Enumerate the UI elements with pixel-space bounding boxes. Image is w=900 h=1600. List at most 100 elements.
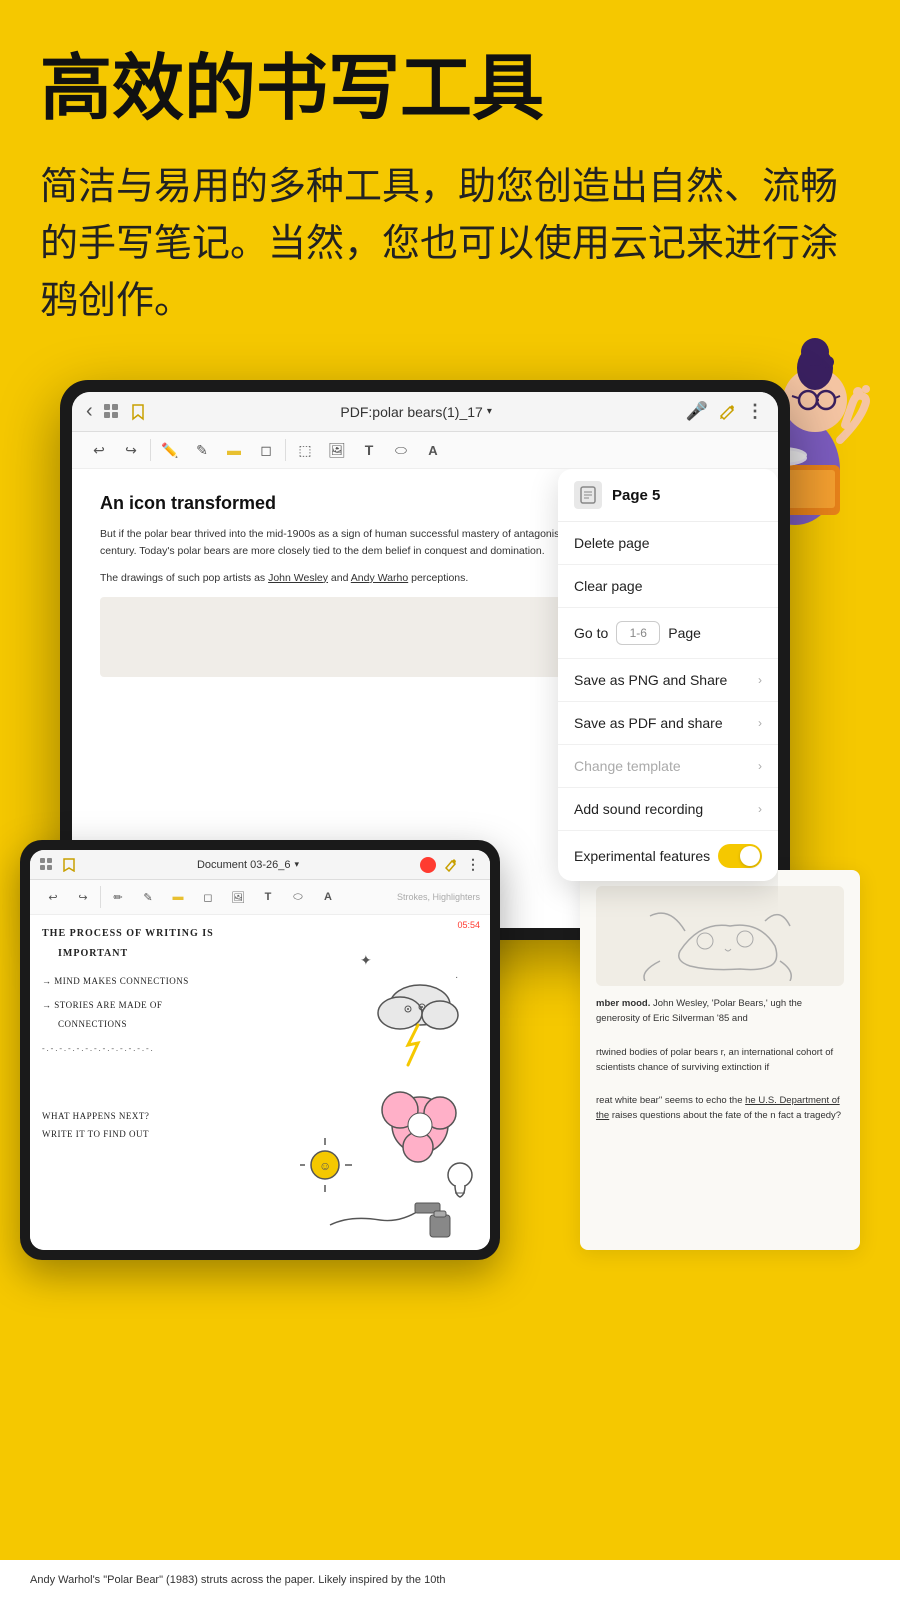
small-content: 05:54 The process of writing is importan…	[30, 915, 490, 1250]
save-png-item[interactable]: Save as PNG and Share ›	[558, 659, 778, 702]
text-tool[interactable]: T	[356, 437, 382, 463]
small-keyboard[interactable]: A	[315, 884, 341, 910]
small-topbar-title: Document 03-26_6 ▾	[84, 859, 412, 871]
page-label: Page	[668, 625, 701, 641]
hero-subtitle: 简洁与易用的多种工具，助您创造出自然、流畅的手写笔记。当然，您也可以使用云记来进…	[40, 159, 860, 330]
record-indicator[interactable]	[420, 857, 436, 873]
highlighter-tool[interactable]: ▬	[221, 437, 247, 463]
add-sound-chevron: ›	[758, 802, 762, 816]
add-sound-label: Add sound recording	[574, 801, 703, 817]
delete-page-label: Delete page	[574, 535, 650, 551]
andy-warhol-link[interactable]: Andy Warho	[351, 572, 408, 584]
ipad-topbar: ‹ PDF:polar bears(1)_17 ▾	[72, 392, 778, 432]
dropdown-menu: Page 5 Delete page Clear page Go to Page	[558, 469, 778, 881]
doc-partial-text-2: rtwined bodies of polar bears r, an inte…	[596, 1045, 844, 1075]
save-pdf-label: Save as PDF and share	[574, 715, 723, 731]
topbar-right: 🎤 ⋮	[686, 401, 764, 422]
small-pencil-icon[interactable]	[444, 858, 458, 872]
change-template-chevron: ›	[758, 759, 762, 773]
toggle-knob	[740, 846, 760, 866]
svg-text:☺: ☺	[319, 1159, 331, 1173]
change-template-item[interactable]: Change template ›	[558, 745, 778, 788]
ipad-small: Document 03-26_6 ▾ ⋮ ↩ ↪ ✏ ✎	[20, 840, 500, 1260]
clear-page-item[interactable]: Clear page	[558, 565, 778, 608]
save-pdf-chevron: ›	[758, 716, 762, 730]
handwriting-area: 05:54 The process of writing is importan…	[30, 915, 490, 1250]
john-wesley-link[interactable]: John Wesley	[268, 572, 328, 584]
small-pen[interactable]: ✏	[105, 884, 131, 910]
bear-sketch-svg	[620, 891, 820, 981]
small-bookmark-icon[interactable]	[62, 858, 76, 872]
dropdown-arrow[interactable]: ▾	[487, 406, 492, 417]
undo-button[interactable]: ↩	[86, 437, 112, 463]
us-dept-link[interactable]: he U.S. Department of the	[596, 1095, 840, 1121]
goto-row: Go to Page	[574, 621, 701, 645]
hero-title: 高效的书写工具	[40, 50, 860, 129]
small-eraser[interactable]: ◻	[195, 884, 221, 910]
topbar-icons-left	[103, 403, 147, 421]
back-button[interactable]: ‹	[86, 400, 93, 423]
bottom-strip: Andy Warhol's "Polar Bear" (1983) struts…	[0, 1560, 900, 1600]
lasso-tool[interactable]: ⬚	[292, 437, 318, 463]
goto-input[interactable]	[616, 621, 660, 645]
change-template-label: Change template	[574, 758, 681, 774]
small-topbar-icons-left	[40, 858, 76, 872]
toolbar-divider-1	[150, 439, 151, 461]
strokes-label: Strokes, Highlighters	[397, 892, 480, 902]
small-divider	[100, 886, 101, 908]
small-pencil-tool[interactable]: ✎	[135, 884, 161, 910]
save-png-label: Save as PNG and Share	[574, 672, 727, 688]
small-highlighter[interactable]: ▬	[165, 884, 191, 910]
doc-partial-text-1: mber mood. John Wesley, 'Polar Bears,' u…	[596, 996, 844, 1026]
hero-section: 高效的书写工具 简洁与易用的多种工具，助您创造出自然、流畅的手写笔记。当然，您也…	[0, 0, 900, 350]
bookmark-icon[interactable]	[129, 403, 147, 421]
small-shape[interactable]: ⬭	[285, 884, 311, 910]
mic-icon[interactable]: 🎤	[686, 401, 708, 422]
small-redo[interactable]: ↪	[70, 884, 96, 910]
small-undo[interactable]: ↩	[40, 884, 66, 910]
save-png-chevron: ›	[758, 673, 762, 687]
svg-text:·: ·	[455, 972, 458, 983]
shape-tool[interactable]: ⬭	[388, 437, 414, 463]
topbar-title: PDF:polar bears(1)_17 ▾	[157, 404, 676, 420]
dropdown-page-title: Page 5	[612, 487, 660, 504]
dropdown-header: Page 5	[558, 469, 778, 522]
sketch-illustrations: ✦ · ☺	[300, 925, 480, 1250]
goto-label: Go to	[574, 625, 608, 641]
doc-partial: mber mood. John Wesley, 'Polar Bears,' u…	[580, 870, 860, 1250]
add-sound-item[interactable]: Add sound recording ›	[558, 788, 778, 831]
ipad-small-screen: Document 03-26_6 ▾ ⋮ ↩ ↪ ✏ ✎	[30, 850, 490, 1250]
clear-page-label: Clear page	[574, 578, 643, 594]
bear-sketch	[596, 886, 844, 986]
grid-icon[interactable]	[103, 403, 121, 421]
ipad-toolbar: ↩ ↪ ✏️ ✎ ▬ ◻ ⬚ 🖼 T ⬭ A	[72, 432, 778, 469]
keyboard-tool[interactable]: A	[420, 437, 446, 463]
experimental-toggle[interactable]	[718, 844, 762, 868]
doc-partial-text-3: reat white bear" seems to echo the he U.…	[596, 1093, 844, 1123]
experimental-features-item[interactable]: Experimental features	[558, 831, 778, 881]
pen-tool[interactable]: ✏️	[157, 437, 183, 463]
pencil-gold-icon[interactable]	[718, 403, 736, 421]
toolbar-divider-2	[285, 439, 286, 461]
image-tool[interactable]: 🖼	[324, 437, 350, 463]
page-icon	[574, 481, 602, 509]
experimental-features-label: Experimental features	[574, 848, 710, 864]
small-topbar-right: ⋮	[420, 856, 480, 873]
goto-page-item[interactable]: Go to Page	[558, 608, 778, 659]
save-pdf-item[interactable]: Save as PDF and share ›	[558, 702, 778, 745]
tablet-area: ‹ PDF:polar bears(1)_17 ▾	[0, 380, 900, 1280]
eraser-tool[interactable]: ◻	[253, 437, 279, 463]
redo-button[interactable]: ↪	[118, 437, 144, 463]
small-toolbar: ↩ ↪ ✏ ✎ ▬ ◻ 🖼 T ⬭ A Strokes, Highlighter…	[30, 880, 490, 915]
small-text[interactable]: T	[255, 884, 281, 910]
small-topbar: Document 03-26_6 ▾ ⋮	[30, 850, 490, 880]
small-image[interactable]: 🖼	[225, 884, 251, 910]
small-more-button[interactable]: ⋮	[466, 856, 480, 873]
bottom-strip-text: Andy Warhol's "Polar Bear" (1983) struts…	[30, 1572, 870, 1589]
more-button[interactable]: ⋮	[746, 401, 764, 422]
svg-text:✦: ✦	[360, 952, 372, 968]
pencil-tool[interactable]: ✎	[189, 437, 215, 463]
small-doc-title: Document 03-26_6	[197, 859, 291, 871]
delete-page-item[interactable]: Delete page	[558, 522, 778, 565]
small-grid-icon[interactable]	[40, 858, 56, 872]
